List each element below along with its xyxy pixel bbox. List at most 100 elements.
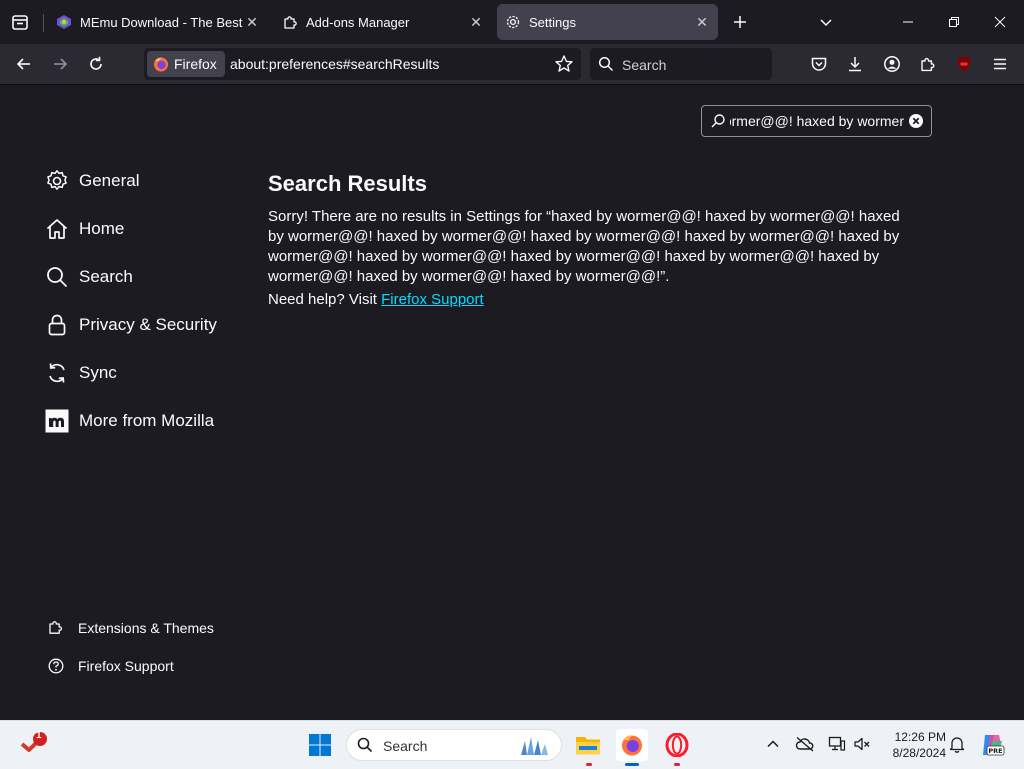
plus-icon xyxy=(734,16,746,28)
download-icon xyxy=(849,57,861,72)
category-label: Privacy & Security xyxy=(79,315,217,334)
category-privacy-security[interactable]: Privacy & Security xyxy=(45,309,217,341)
category-more-from-mozilla[interactable]: More from Mozilla xyxy=(45,405,214,437)
pocket-button[interactable] xyxy=(805,50,833,78)
minimize-button[interactable] xyxy=(894,8,922,36)
category-search[interactable]: Search xyxy=(45,261,133,293)
tab-title: Add-ons Manager xyxy=(306,14,410,30)
url-bar[interactable]: Firefox about:preferences#searchResults xyxy=(144,48,581,80)
memu-favicon-icon xyxy=(56,14,72,30)
clear-search-icon[interactable] xyxy=(908,113,924,129)
firefox-support-sidebar-link[interactable]: Firefox Support xyxy=(47,654,174,678)
close-tab-icon[interactable]: ✕ xyxy=(694,14,710,30)
app-menu-button[interactable] xyxy=(986,50,1014,78)
find-in-settings-input[interactable]: haxed by wormer@@! haxed by wormer@@! ha… xyxy=(701,105,932,137)
close-icon xyxy=(994,16,1006,28)
help-line: Need help? Visit Firefox Support xyxy=(268,291,484,308)
category-sync[interactable]: Sync xyxy=(45,357,117,389)
forward-button[interactable] xyxy=(46,50,74,78)
category-general[interactable]: General xyxy=(45,165,139,197)
preferences-page: haxed by wormer@@! haxed by wormer@@! ha… xyxy=(0,85,1024,720)
home-icon xyxy=(45,217,69,241)
gear-icon xyxy=(505,14,521,30)
firefox-taskbar-button[interactable] xyxy=(616,729,648,761)
help-icon xyxy=(47,657,65,675)
monitor-network-icon xyxy=(828,736,846,751)
search-highlight-icon xyxy=(521,737,548,755)
ublock-shield-icon xyxy=(957,56,971,72)
downloads-button[interactable] xyxy=(841,50,869,78)
cloud-offline-icon xyxy=(795,736,814,752)
puzzle-icon xyxy=(47,619,65,637)
mozilla-icon xyxy=(45,409,69,433)
category-label: Sync xyxy=(79,363,117,382)
onedrive-tray-icon[interactable] xyxy=(794,733,816,755)
folder-icon xyxy=(576,737,600,755)
search-icon xyxy=(45,265,69,289)
new-tab-button[interactable] xyxy=(728,10,752,34)
category-label: More from Mozilla xyxy=(79,411,215,430)
copilot-button[interactable]: PRE xyxy=(976,729,1008,761)
restore-button[interactable] xyxy=(940,8,968,36)
sync-icon xyxy=(45,361,69,385)
account-button[interactable] xyxy=(878,50,906,78)
clock-time: 12:26 PM xyxy=(894,730,946,744)
category-label: Search xyxy=(79,267,133,286)
show-hidden-icons-button[interactable] xyxy=(762,733,784,755)
notifications-button[interactable] xyxy=(946,733,968,755)
toolbar-search-input[interactable]: Search xyxy=(590,48,772,80)
firefox-view-button[interactable] xyxy=(8,10,32,34)
tab-addons-manager[interactable]: Add-ons Manager ✕ xyxy=(274,4,492,40)
clock-date: 8/28/2024 xyxy=(892,746,946,760)
minimize-icon xyxy=(903,21,913,23)
account-icon xyxy=(884,56,900,72)
restore-icon xyxy=(949,17,959,27)
volume-tray-icon[interactable] xyxy=(851,733,873,755)
windows-logo-icon xyxy=(309,734,331,756)
category-home[interactable]: Home xyxy=(45,213,124,245)
ublock-origin-button[interactable] xyxy=(950,50,978,78)
gear-icon xyxy=(45,169,69,193)
opera-taskbar-button[interactable] xyxy=(661,729,693,761)
list-all-tabs-button[interactable] xyxy=(814,10,838,34)
category-label: Home xyxy=(79,219,125,238)
tab-settings[interactable]: Settings ✕ xyxy=(497,4,718,40)
page-title: Search Results xyxy=(268,171,427,196)
close-window-button[interactable] xyxy=(986,8,1014,36)
close-tab-icon[interactable]: ✕ xyxy=(468,14,484,30)
url-text[interactable]: about:preferences#searchResults xyxy=(230,56,439,72)
svg-text:PRE: PRE xyxy=(988,747,1002,755)
search-placeholder: Search xyxy=(622,57,667,73)
navigation-toolbar: Firefox about:preferences#searchResults … xyxy=(0,44,1024,85)
tab-title: MEmu Download - The Best Android Emulato… xyxy=(80,14,244,30)
extensions-themes-link[interactable]: Extensions & Themes xyxy=(47,616,214,640)
identity-box[interactable]: Firefox xyxy=(147,51,225,77)
tab-separator xyxy=(43,14,44,32)
start-button[interactable] xyxy=(304,729,336,761)
search-icon xyxy=(357,737,373,753)
network-tray-icon[interactable] xyxy=(826,733,848,755)
close-tab-icon[interactable]: ✕ xyxy=(244,14,260,30)
reload-icon xyxy=(90,56,102,70)
clock[interactable]: 12:26 PM 8/28/2024 xyxy=(880,729,946,761)
opera-logo-icon xyxy=(665,733,689,757)
tab-memu[interactable]: MEmu Download - The Best Android Emulato… xyxy=(48,4,268,40)
footer-link-label: Firefox Support xyxy=(78,658,174,674)
notification-app-button[interactable]: 1 xyxy=(18,729,50,761)
no-results-message: Sorry! There are no results in Settings … xyxy=(268,208,900,285)
chevron-down-icon xyxy=(820,19,832,27)
taskbar-search-box[interactable]: Search xyxy=(346,729,562,761)
pocket-icon xyxy=(811,57,827,71)
star-icon[interactable] xyxy=(554,54,574,74)
firefox-support-link[interactable]: Firefox Support xyxy=(381,291,484,308)
running-indicator xyxy=(674,763,680,766)
extensions-button[interactable] xyxy=(914,50,942,78)
hamburger-menu-icon xyxy=(994,58,1006,70)
tab-title: Settings xyxy=(529,14,576,30)
search-icon xyxy=(598,56,614,72)
back-button[interactable] xyxy=(10,50,38,78)
reload-button[interactable] xyxy=(82,50,110,78)
notification-badge: 1 xyxy=(36,730,42,741)
file-explorer-button[interactable] xyxy=(572,729,604,761)
arrow-left-icon xyxy=(16,58,30,70)
